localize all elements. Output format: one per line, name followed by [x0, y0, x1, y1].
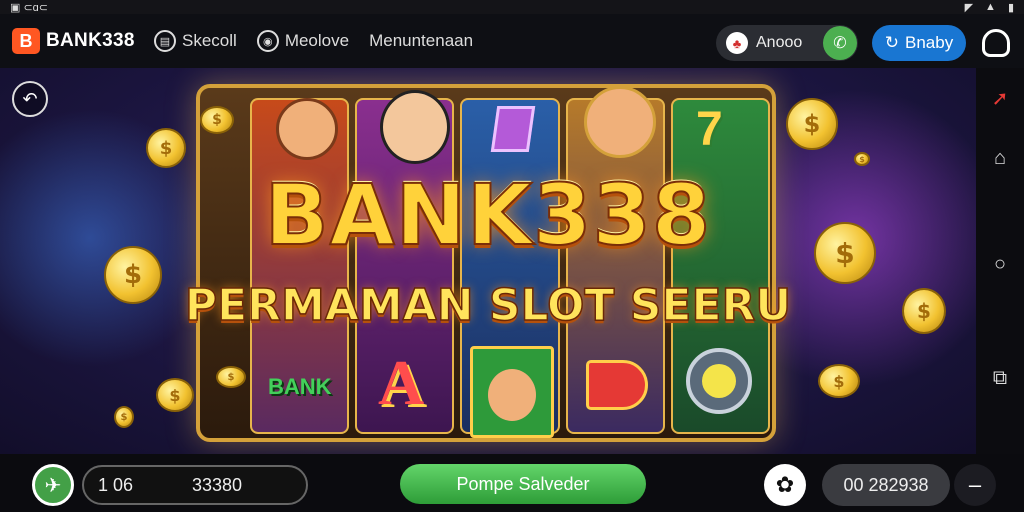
bank-text-symbol: BANK	[268, 374, 332, 399]
nav-item-skecoll[interactable]: ▤ Skecoll	[154, 30, 237, 52]
coin-icon: $	[146, 128, 186, 168]
primary-action-button[interactable]: ↻ Bnaby	[872, 25, 966, 61]
portrait-face	[488, 369, 536, 421]
chick-symbol	[686, 348, 752, 414]
wallet-icon: ♣	[726, 32, 748, 54]
expand-icon[interactable]: ⧉	[988, 366, 1012, 390]
refresh-icon: ↻	[884, 33, 900, 52]
circle-icon[interactable]: ○	[988, 252, 1012, 276]
wallet-label: Anooo	[756, 34, 803, 51]
seven-symbol: 7	[696, 103, 723, 156]
coin-icon: $	[114, 406, 134, 428]
balance-display: 00 282938	[822, 464, 950, 506]
coin-icon: $	[818, 364, 860, 398]
nav-label: Skecoll	[182, 31, 237, 50]
hero-banner: ↶ 7 BANK A BANK338 PERMAMAN SLOT SEERU $…	[0, 68, 976, 454]
brand-logo[interactable]: B BANK338	[12, 28, 135, 54]
logo-mark: B	[12, 28, 40, 54]
grid-icon: ▤	[154, 30, 176, 52]
status-icons: ▣ ⊂ɑ⊂	[10, 1, 49, 14]
menu-icon[interactable]: –	[954, 464, 996, 506]
bet-field-right: 33380	[192, 474, 243, 495]
elf-face-symbol	[380, 90, 450, 164]
target-icon: ◉	[256, 30, 279, 52]
chick-inner	[702, 364, 736, 398]
coin-icon: $	[786, 98, 838, 150]
warrior-face-symbol	[276, 98, 338, 160]
coin-icon: $	[814, 222, 876, 284]
primary-button-label: Bnaby	[905, 33, 954, 52]
nav-item-meolove[interactable]: ◉ Meolove	[256, 30, 350, 52]
coin-icon: $	[104, 246, 162, 304]
nav-label: Menuntenaan	[369, 31, 474, 50]
gem-symbol	[490, 106, 536, 152]
coin-icon: $	[156, 378, 194, 412]
coin-icon: $	[216, 366, 246, 388]
gear-icon[interactable]: ✿	[764, 464, 806, 506]
battery-icon: ▮	[1007, 1, 1014, 14]
back-icon[interactable]: ↶	[12, 81, 48, 117]
main-nav: ▤ Skecoll ◉ Meolove Menuntenaan	[154, 30, 473, 52]
portrait-symbol	[470, 346, 554, 438]
status-left: ▣ ⊂ɑ⊂	[10, 0, 48, 14]
horn-symbol	[586, 360, 648, 410]
status-bar: ▣ ⊂ɑ⊂ ◤ ▲ ▮	[0, 0, 1024, 14]
coin-icon: $	[854, 152, 870, 166]
support-icon[interactable]	[982, 29, 1010, 57]
wifi-icon: ◤	[964, 1, 974, 14]
status-right: ◤ ▲ ▮	[965, 0, 1014, 14]
king-face-symbol	[584, 86, 656, 158]
alert-icon[interactable]: ➚	[988, 86, 1012, 110]
nav-label: Meolove	[284, 31, 350, 50]
coin-icon: $	[902, 288, 946, 334]
phone-icon[interactable]: ✆	[823, 26, 857, 60]
wallet-pill[interactable]: ♣ Anooo ✆	[716, 25, 858, 61]
side-rail: ➚ ⌂ ○ ⧉	[976, 68, 1024, 454]
coin-icon: $	[200, 106, 234, 134]
cta-button[interactable]: Pompe Salveder	[400, 464, 646, 504]
bet-field[interactable]: 1 06 33380	[82, 465, 308, 505]
top-navigation: B BANK338 ▤ Skecoll ◉ Meolove Menuntenaa…	[0, 14, 1024, 68]
signal-icon: ▲	[985, 1, 996, 13]
logo-text: BANK338	[46, 30, 135, 51]
bottom-bar: ✈ 1 06 33380 Pompe Salveder ✿ 00 282938 …	[0, 454, 1024, 512]
letter-a-symbol: A	[378, 347, 425, 418]
rocket-icon[interactable]: ✈	[32, 464, 74, 506]
home-icon[interactable]: ⌂	[988, 146, 1012, 170]
bet-field-left: 1 06	[98, 474, 134, 495]
nav-item-menuntenaan[interactable]: Menuntenaan	[369, 31, 473, 51]
